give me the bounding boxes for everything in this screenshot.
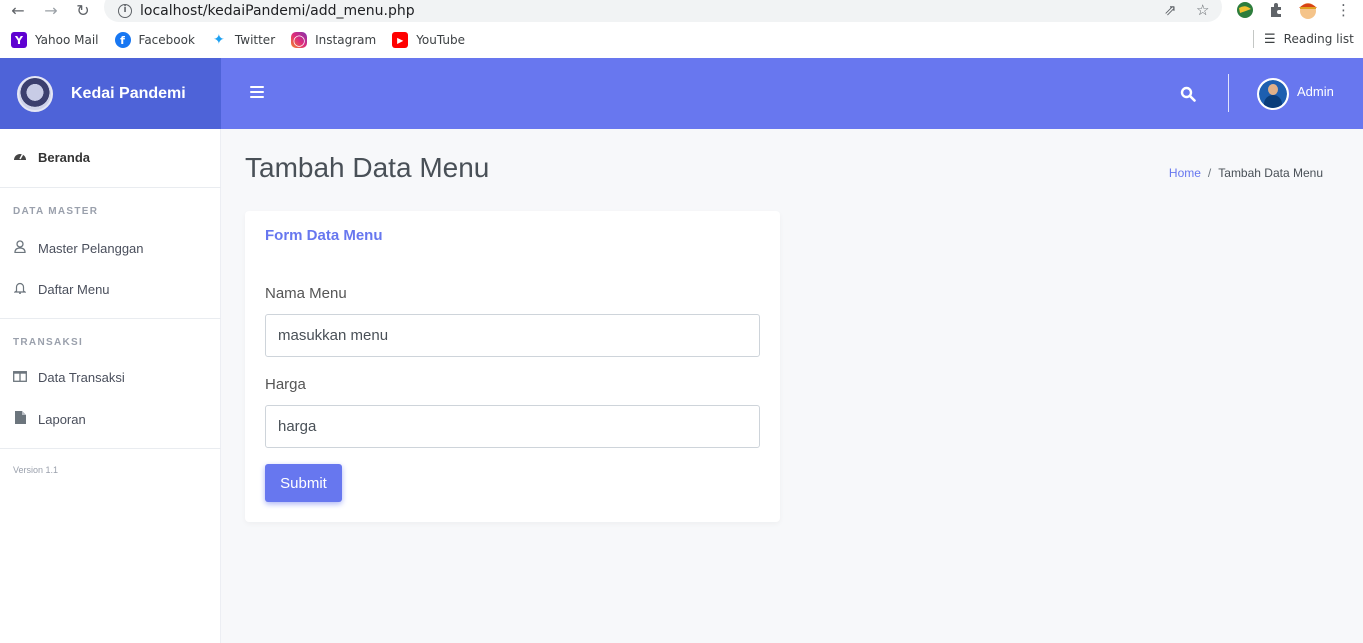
dashboard-gauge-icon [13, 150, 27, 165]
sidebar-toggle-icon[interactable] [250, 86, 264, 98]
sidebar-brand[interactable]: Kedai Pandemi [0, 58, 221, 129]
address-bar[interactable]: i localhost/kedaiPandemi/add_menu.php [104, 0, 1222, 22]
breadcrumb-separator: / [1207, 166, 1212, 180]
nama-menu-input[interactable] [265, 314, 760, 357]
youtube-icon: ▶ [392, 32, 409, 48]
sidebar-heading-master: DATA MASTER [13, 206, 99, 217]
reload-icon[interactable]: ↻ [72, 0, 94, 20]
sidebar-item-menu[interactable]: Daftar Menu [13, 281, 110, 297]
user-icon [13, 240, 27, 256]
back-icon[interactable]: ← [7, 0, 29, 20]
user-avatar[interactable] [1257, 78, 1289, 110]
bookmarks-bar: Y Yahoo Mail f Facebook ✦ Twitter ◯ Inst… [0, 28, 1363, 52]
extension-globe-icon[interactable] [1236, 0, 1254, 20]
divider [0, 318, 221, 319]
divider [1253, 30, 1254, 48]
bookmark-label: Yahoo Mail [35, 33, 99, 47]
bookmark-yahoo[interactable]: Y Yahoo Mail [11, 32, 99, 48]
breadcrumb: Home / Tambah Data Menu [1169, 166, 1323, 180]
yahoo-icon: Y [11, 32, 27, 48]
harga-label: Harga [265, 376, 306, 393]
browser-chrome: ← → ↻ i localhost/kedaiPandemi/add_menu.… [0, 0, 1363, 58]
search-icon[interactable] [1180, 86, 1196, 102]
url-text: localhost/kedaiPandemi/add_menu.php [140, 3, 415, 19]
sidebar-item-laporan[interactable]: Laporan [13, 411, 86, 427]
user-name[interactable]: Admin [1297, 84, 1334, 99]
profile-avatar-icon[interactable] [1297, 0, 1319, 20]
sidebar-item-label: Master Pelanggan [38, 240, 144, 256]
forward-icon[interactable]: → [40, 0, 62, 20]
bookmark-label: Instagram [315, 33, 377, 47]
site-info-icon[interactable]: i [118, 4, 132, 18]
sidebar-item-label: Daftar Menu [38, 281, 110, 297]
bookmark-label: YouTube [416, 33, 465, 47]
harga-input[interactable] [265, 405, 760, 448]
breadcrumb-current: Tambah Data Menu [1218, 166, 1323, 180]
sidebar-item-beranda[interactable]: Beranda [13, 150, 90, 165]
file-icon [13, 411, 27, 427]
bookmark-label: Facebook [138, 33, 195, 47]
reading-list-label: Reading list [1283, 32, 1354, 46]
version-text: Version 1.1 [13, 465, 59, 475]
submit-button[interactable]: Submit [265, 464, 342, 502]
bookmark-star-icon[interactable]: ☆ [1196, 0, 1209, 20]
form-card: Form Data Menu Nama Menu Harga Submit [245, 211, 780, 522]
reading-list-icon: ☰ [1264, 31, 1276, 47]
form-title: Form Data Menu [265, 227, 383, 244]
topbar: Admin [221, 58, 1363, 129]
breadcrumb-home-link[interactable]: Home [1169, 166, 1201, 180]
columns-icon [13, 370, 27, 385]
bell-icon [13, 281, 27, 297]
bookmark-youtube[interactable]: ▶ YouTube [392, 32, 465, 48]
divider [0, 448, 221, 449]
bookmark-instagram[interactable]: ◯ Instagram [291, 32, 376, 48]
brand-name: Kedai Pandemi [71, 84, 186, 102]
instagram-icon: ◯ [291, 32, 308, 48]
sidebar-item-label: Laporan [38, 411, 86, 427]
topbar-divider [1228, 74, 1229, 112]
nama-menu-label: Nama Menu [265, 285, 347, 302]
reading-list-button[interactable]: ☰ Reading list [1253, 30, 1354, 48]
bookmark-twitter[interactable]: ✦ Twitter [211, 32, 275, 48]
twitter-icon: ✦ [213, 32, 225, 48]
divider [0, 187, 221, 188]
sidebar-item-pelanggan[interactable]: Master Pelanggan [13, 240, 144, 256]
menu-kebab-icon[interactable]: ⋮ [1336, 0, 1351, 20]
sidebar: Beranda DATA MASTER Master Pelanggan Daf… [0, 129, 221, 643]
sidebar-item-label: Beranda [38, 150, 91, 165]
sidebar-item-label: Data Transaksi [38, 370, 125, 385]
sidebar-heading-transaksi: TRANSAKSI [13, 337, 84, 348]
brand-logo [17, 75, 53, 112]
page-title: Tambah Data Menu [245, 152, 490, 183]
sidebar-item-transaksi[interactable]: Data Transaksi [13, 370, 125, 385]
bookmark-label: Twitter [234, 33, 276, 47]
facebook-icon: f [114, 32, 131, 48]
bookmark-facebook[interactable]: f Facebook [114, 32, 195, 48]
share-icon[interactable]: ⇗ [1164, 0, 1177, 20]
extensions-puzzle-icon[interactable] [1268, 0, 1284, 20]
